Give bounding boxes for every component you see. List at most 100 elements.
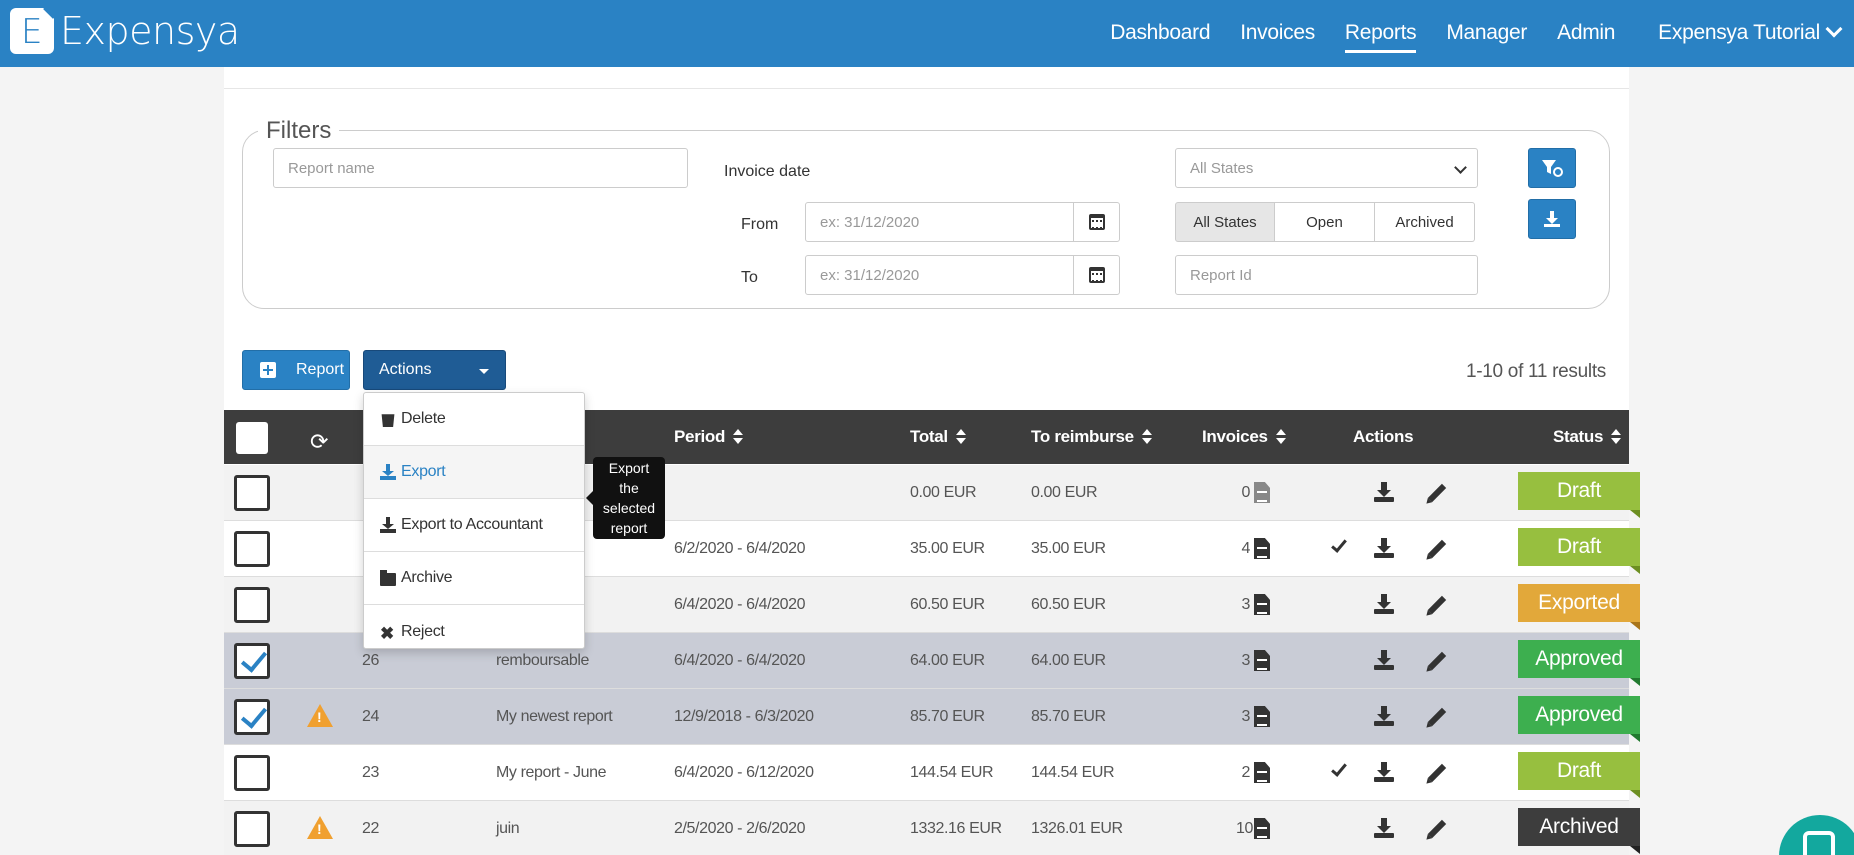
row-checkbox[interactable] <box>234 531 270 567</box>
results-count: 1-10 of 11 results <box>1466 361 1606 382</box>
status-badge: Draft <box>1518 528 1640 574</box>
edit-pencil-icon[interactable] <box>1427 763 1447 783</box>
row-checkbox[interactable] <box>234 643 270 679</box>
close-icon: ✖ <box>380 623 394 643</box>
nav-reports[interactable]: Reports <box>1344 21 1417 53</box>
th-period[interactable]: Period <box>674 427 744 447</box>
chevron-down-icon <box>1825 20 1843 37</box>
th-total[interactable]: Total <box>910 427 966 447</box>
refresh-icon[interactable]: ⟳ <box>310 430 328 455</box>
download-icon[interactable] <box>1374 762 1394 782</box>
user-menu[interactable]: Expensya Tutorial <box>1658 20 1843 47</box>
approve-check-icon[interactable] <box>1331 760 1347 777</box>
actions-dropdown-button[interactable]: Actions <box>363 350 506 390</box>
approve-check-icon[interactable] <box>1331 536 1347 553</box>
apply-filter-button[interactable] <box>1528 148 1576 188</box>
download-icon[interactable] <box>1374 818 1394 838</box>
report-name[interactable]: My newest report <box>496 708 613 726</box>
download-icon[interactable] <box>1374 482 1394 502</box>
status-badge: Draft <box>1518 752 1640 798</box>
menu-item-reject[interactable]: ✖ Reject <box>364 605 584 658</box>
download-icon[interactable] <box>1374 538 1394 558</box>
th-invoices[interactable]: Invoices <box>1202 427 1286 447</box>
to-date-input[interactable]: ex: 31/12/2020 <box>805 255 1074 295</box>
menu-item-export[interactable]: Export <box>364 446 584 499</box>
invoice-count: 0 <box>1241 484 1251 501</box>
from-date-input[interactable]: ex: 31/12/2020 <box>805 202 1074 242</box>
status-badge: Exported <box>1518 584 1640 630</box>
report-to-reimburse: 0.00 EUR <box>1031 484 1098 501</box>
filter-icon <box>1542 160 1563 177</box>
nav-admin[interactable]: Admin <box>1557 21 1615 47</box>
row-checkbox[interactable] <box>234 755 270 791</box>
state-toggle-group: All States Open Archived <box>1175 202 1475 242</box>
download-icon[interactable] <box>1374 650 1394 670</box>
report-total: 85.70 EUR <box>910 708 985 725</box>
edit-pencil-icon[interactable] <box>1427 539 1447 559</box>
th-to-reimburse[interactable]: To reimburse <box>1031 427 1152 447</box>
download-icon[interactable] <box>1374 706 1394 726</box>
nav-invoices[interactable]: Invoices <box>1240 21 1315 47</box>
export-filter-button[interactable] <box>1528 199 1576 239</box>
report-id-input[interactable]: Report Id <box>1175 255 1478 295</box>
download-icon <box>1544 211 1560 227</box>
chat-widget[interactable] <box>1779 815 1854 855</box>
from-calendar-button[interactable] <box>1073 202 1120 242</box>
brand-logo[interactable]: E Expensya <box>10 7 240 55</box>
edit-pencil-icon[interactable] <box>1427 819 1447 839</box>
table-row[interactable]: 24 My newest report 12/9/2018 - 6/3/2020 85… <box>224 689 1640 745</box>
edit-pencil-icon[interactable] <box>1427 483 1447 503</box>
table-row[interactable]: 23 My report - June 6/4/2020 - 6/12/2020 14… <box>224 745 1640 801</box>
download-icon[interactable] <box>1374 594 1394 614</box>
th-status[interactable]: Status <box>1553 427 1622 447</box>
document-icon[interactable] <box>1254 594 1270 615</box>
nav-manager[interactable]: Manager <box>1446 21 1527 47</box>
row-checkbox[interactable] <box>234 699 270 735</box>
menu-item-delete[interactable]: Delete <box>364 393 584 446</box>
edit-pencil-icon[interactable] <box>1427 651 1447 671</box>
document-icon[interactable] <box>1254 482 1270 503</box>
table-row[interactable]: 22 juin 2/5/2020 - 2/6/2020 1332.16 EUR 1326… <box>224 801 1640 855</box>
to-label: To <box>741 269 758 286</box>
report-name-input[interactable]: Report name <box>273 148 688 188</box>
to-calendar-button[interactable] <box>1073 255 1120 295</box>
document-icon[interactable] <box>1254 650 1270 671</box>
invoice-count: 2 <box>1241 764 1251 781</box>
report-to-reimburse: 85.70 EUR <box>1031 708 1106 725</box>
filters-legend: Filters <box>258 117 340 145</box>
menu-item-export-to-accountant[interactable]: Export to Accountant <box>364 499 584 552</box>
select-all-checkbox[interactable] <box>236 422 268 454</box>
row-checkbox[interactable] <box>234 587 270 623</box>
folder-icon <box>380 569 396 586</box>
edit-pencil-icon[interactable] <box>1427 595 1447 615</box>
warning-icon <box>307 816 333 839</box>
add-report-button[interactable]: Report <box>242 350 350 390</box>
row-checkbox[interactable] <box>234 475 270 511</box>
status-badge: Approved <box>1518 640 1640 686</box>
row-checkbox[interactable] <box>234 811 270 847</box>
menu-item-label: Export <box>401 463 446 480</box>
invoice-count: 4 <box>1241 540 1251 557</box>
report-total: 1332.16 EUR <box>910 820 1002 837</box>
state-select[interactable]: All States <box>1175 148 1478 188</box>
state-archived-button[interactable]: Archived <box>1375 202 1475 242</box>
nav-dashboard[interactable]: Dashboard <box>1110 21 1210 47</box>
state-all-button[interactable]: All States <box>1175 202 1275 242</box>
document-icon[interactable] <box>1254 818 1270 839</box>
document-icon[interactable] <box>1254 706 1270 727</box>
edit-pencil-icon[interactable] <box>1427 707 1447 727</box>
warning-icon <box>307 704 333 727</box>
sort-icon <box>1611 429 1622 445</box>
report-total: 64.00 EUR <box>910 652 985 669</box>
menu-item-archive[interactable]: Archive <box>364 552 584 605</box>
menu-item-label: Delete <box>401 410 446 427</box>
top-navbar: E Expensya Dashboard Invoices Reports Ma… <box>0 0 1854 67</box>
document-icon[interactable] <box>1254 762 1270 783</box>
download-icon <box>380 517 396 533</box>
document-icon[interactable] <box>1254 538 1270 559</box>
sort-icon <box>955 429 966 445</box>
state-open-button[interactable]: Open <box>1275 202 1375 242</box>
report-name[interactable]: My report - June <box>496 764 606 782</box>
report-name[interactable]: juin <box>496 820 520 838</box>
sort-icon <box>1141 429 1152 445</box>
